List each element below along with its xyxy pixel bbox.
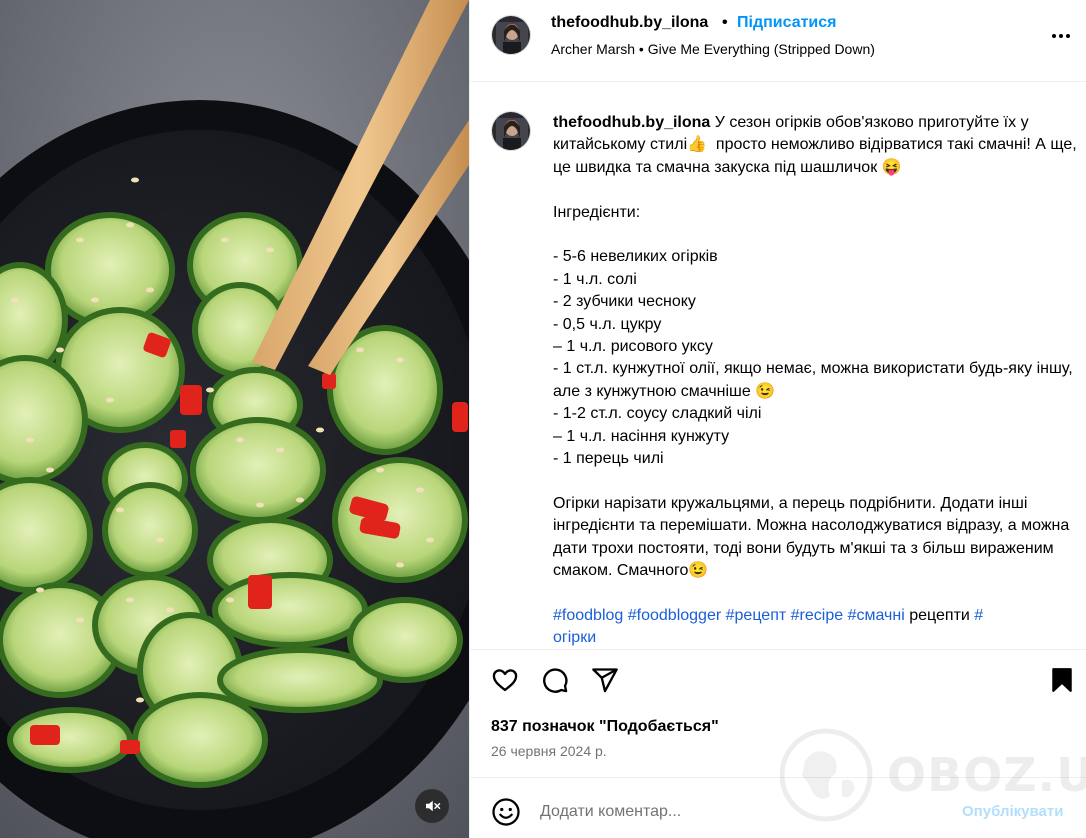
- comment-button[interactable]: [540, 665, 570, 695]
- likes-count[interactable]: 837 позначок "Подобається": [491, 718, 719, 736]
- hashtag-link[interactable]: #рецепт: [726, 607, 787, 624]
- hashtag-link[interactable]: #смачні: [848, 607, 905, 624]
- comment-bar: Опублікувати: [470, 777, 1086, 838]
- hashtag-link[interactable]: #: [974, 607, 983, 624]
- comment-icon: [543, 668, 568, 693]
- bookmark-icon: [1052, 668, 1072, 692]
- caption-body: У сезон огірків обов'язково приготуйте ї…: [553, 114, 1077, 580]
- share-icon: [592, 668, 618, 693]
- speaker-muted-icon: [426, 800, 441, 812]
- post-header: thefoodhub.by_ilona • Підписатися Archer…: [470, 0, 1086, 82]
- hashtag-link[interactable]: #foodblogger: [628, 607, 721, 624]
- emoji-button[interactable]: [491, 797, 521, 827]
- post-caption-area: thefoodhub.by_ilona У сезон огірків обов…: [470, 83, 1086, 648]
- hashtag-link[interactable]: огірки: [553, 629, 596, 646]
- share-button[interactable]: [590, 665, 620, 695]
- separator-dot: •: [722, 14, 728, 31]
- profile-photo: [492, 112, 530, 150]
- cucumber-salad-photo: [0, 0, 469, 838]
- emoji-icon: [492, 798, 520, 826]
- comment-input[interactable]: [540, 799, 940, 825]
- hashtag-link[interactable]: #foodblog: [553, 607, 623, 624]
- post-media[interactable]: [0, 0, 469, 838]
- publish-button[interactable]: Опублікувати: [962, 803, 1063, 820]
- like-button[interactable]: [490, 665, 520, 695]
- caption-plain-word: рецепти: [909, 606, 970, 624]
- caption-text: thefoodhub.by_ilona У сезон огірків обов…: [553, 112, 1079, 648]
- audio-track-link[interactable]: Archer Marsh • Give Me Everything (Strip…: [551, 41, 875, 57]
- post-details-panel: thefoodhub.by_ilona • Підписатися Archer…: [469, 0, 1086, 838]
- save-button[interactable]: [1047, 665, 1077, 695]
- profile-photo: [492, 16, 530, 54]
- post-actions-bar: [470, 649, 1086, 709]
- follow-button[interactable]: Підписатися: [737, 14, 837, 32]
- hashtag-link[interactable]: #recipe: [791, 607, 843, 624]
- avatar[interactable]: [491, 15, 531, 55]
- heart-icon: [492, 669, 518, 692]
- more-horizontal-icon: [1052, 34, 1070, 38]
- post-author-username[interactable]: thefoodhub.by_ilona: [551, 14, 708, 32]
- caption-username[interactable]: thefoodhub.by_ilona: [553, 114, 710, 131]
- mute-toggle-button[interactable]: [415, 789, 449, 823]
- avatar[interactable]: [491, 111, 531, 151]
- more-options-button[interactable]: [1048, 24, 1074, 48]
- post-date[interactable]: 26 червня 2024 р.: [491, 743, 607, 759]
